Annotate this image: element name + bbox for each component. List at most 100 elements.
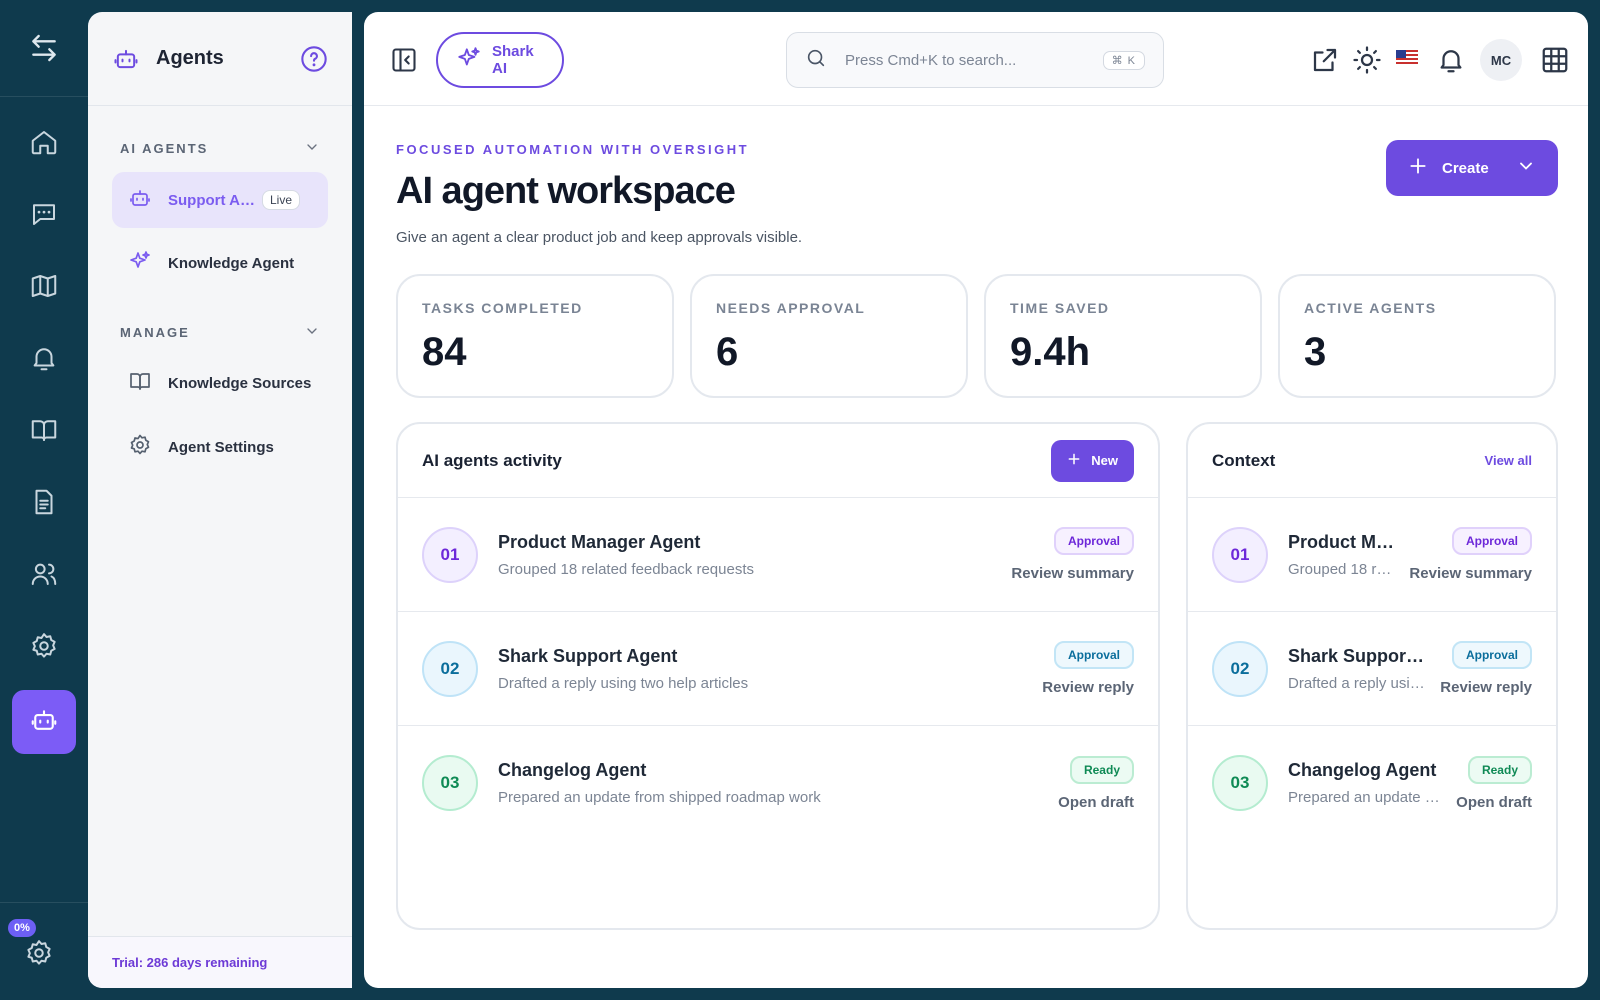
new-label: New [1091,453,1118,468]
status-badge: Approval [1451,527,1532,555]
rail-docs-button[interactable] [12,472,76,536]
page-eyebrow: FOCUSED AUTOMATION WITH OVERSIGHT [396,142,750,157]
row-text: Shark Support Agent Drafted a reply usin… [498,646,1028,692]
chevron-down-icon [304,139,320,158]
rail-settings-button[interactable] [12,616,76,680]
bell-icon[interactable] [1436,45,1466,75]
stat-label: TIME SAVED [1010,300,1110,316]
rail-header [0,0,88,97]
status-badge: Ready [1069,755,1134,784]
shark-ai-button[interactable]: Shark AI [436,32,564,88]
context-row[interactable]: 03 Changelog Agent Prepared an update fr… [1188,726,1556,840]
page-title: AI agent workspace [396,170,736,212]
section-ai-agents[interactable]: AI AGENTS [88,138,352,158]
row-number: 03 [422,755,478,811]
context-panel: Context View all 01 Product Manager Agen… [1186,422,1558,930]
external-link-icon[interactable] [1310,45,1340,75]
shark-ai-label: Shark AI [492,43,534,77]
row-status: Ready Open draft [1456,755,1532,811]
row-action-link[interactable]: Review reply [1042,679,1134,696]
row-description: Grouped 18 related feedback requests [1288,560,1395,578]
trial-banner[interactable]: Trial: 286 days remaining [88,936,352,988]
progress-badge: 0% [8,919,36,937]
create-button[interactable]: Create [1386,140,1558,196]
grid-icon[interactable] [1540,45,1570,75]
avatar[interactable]: MC [1480,39,1522,81]
activity-row[interactable]: 03 Changelog Agent Prepared an update fr… [398,726,1158,840]
sidebar-item-label: Knowledge Agent [168,254,295,272]
activity-panel: AI agents activity New 01 Product Manage… [396,422,1160,930]
sidebar-item-label: Knowledge Sources [168,374,312,392]
page-subtitle: Give an agent a clear product job and ke… [396,229,803,246]
row-action-link[interactable]: Review summary [1409,565,1532,582]
sidebar-collapse-icon[interactable] [390,46,418,74]
row-text: Product Manager Agent Grouped 18 related… [1288,532,1395,578]
rail-knowledge-button[interactable] [12,400,76,464]
stat-label: TASKS COMPLETED [422,300,583,316]
activity-row[interactable]: 01 Product Manager Agent Grouped 18 rela… [398,498,1158,612]
row-description: Prepared an update from shipped roadmap … [1288,789,1443,806]
sidebar-item-label: Support Agent [168,191,256,209]
sidebar-title: Agents [156,47,224,69]
row-action-link[interactable]: Review reply [1440,679,1532,696]
row-text: Changelog Agent Prepared an update from … [498,760,1044,806]
row-action-link[interactable]: Open draft [1058,794,1134,811]
rail-home-button[interactable] [12,112,76,176]
users-icon [29,559,59,594]
context-panel-header: Context View all [1188,424,1556,498]
row-description: Grouped 18 related feedback requests [498,560,755,578]
us-flag-icon[interactable] [1396,50,1418,66]
stat-card-tasks-completed: TASKS COMPLETED 84 [396,274,674,398]
chevron-down-icon [304,323,320,342]
view-all-link[interactable]: View all [1485,453,1532,468]
robot-icon [29,705,59,740]
sidebar-item-support-agent[interactable]: Support Agent Live [112,172,328,228]
sidebar-item-agent-settings[interactable]: Agent Settings [112,419,328,475]
panel-title: AI agents activity [422,450,562,470]
stat-label: NEEDS APPROVAL [716,300,866,316]
row-text: Changelog Agent Prepared an update from … [1288,760,1442,806]
rail-footer: 0% [0,902,88,1000]
row-number: 02 [1212,640,1268,697]
swap-arrows-icon[interactable] [28,32,60,64]
main-content: Shark AI Press Cmd+K to search... ⌘ K MC… [364,12,1588,988]
stat-value: 9.4h [1010,330,1091,374]
rail-notifications-button[interactable] [12,328,76,392]
gear-icon[interactable] [24,938,54,973]
row-status: Approval Review summary [1409,527,1532,582]
context-row[interactable]: 01 Product Manager Agent Grouped 18 rela… [1188,498,1556,612]
rail-map-button[interactable] [12,256,76,320]
row-title: Product Manager Agent [1288,531,1396,552]
row-title: Product Manager Agent [498,531,701,552]
context-row[interactable]: 02 Shark Support Agent Drafted a reply u… [1188,612,1556,726]
rail-users-button[interactable] [12,544,76,608]
row-description: Drafted a reply using two help articles [1288,674,1427,692]
live-badge: Live [262,190,301,210]
gear-icon [128,433,168,461]
help-icon[interactable] [300,45,328,73]
search-input[interactable]: Press Cmd+K to search... ⌘ K [786,32,1164,88]
section-label: AI AGENTS [120,140,209,156]
row-title: Changelog Agent [1288,760,1437,780]
icon-rail: 0% [0,0,88,1000]
panel-title: Context [1212,450,1276,470]
sun-icon[interactable] [1352,45,1382,75]
row-action-link[interactable]: Review summary [1011,565,1134,582]
search-placeholder: Press Cmd+K to search... [845,51,1017,69]
rail-chat-button[interactable] [12,184,76,248]
status-badge: Approval [1451,641,1532,669]
trial-text: Trial: 286 days remaining [112,955,268,970]
map-icon [29,271,59,306]
rail-agents-button[interactable] [12,690,76,754]
new-agent-button[interactable]: New [1051,439,1134,482]
plus-icon [1408,156,1428,180]
gear-icon [29,631,59,666]
sparkles-icon [456,45,482,75]
sidebar-item-knowledge-sources[interactable]: Knowledge Sources [112,355,328,411]
section-manage[interactable]: MANAGE [88,322,352,342]
plus-icon [1067,452,1081,469]
row-action-link[interactable]: Open draft [1456,794,1532,811]
sidebar-item-knowledge-agent[interactable]: Knowledge Agent [112,235,328,291]
activity-row[interactable]: 02 Shark Support Agent Drafted a reply u… [398,612,1158,726]
stat-card-needs-approval: NEEDS APPROVAL 6 [690,274,968,398]
